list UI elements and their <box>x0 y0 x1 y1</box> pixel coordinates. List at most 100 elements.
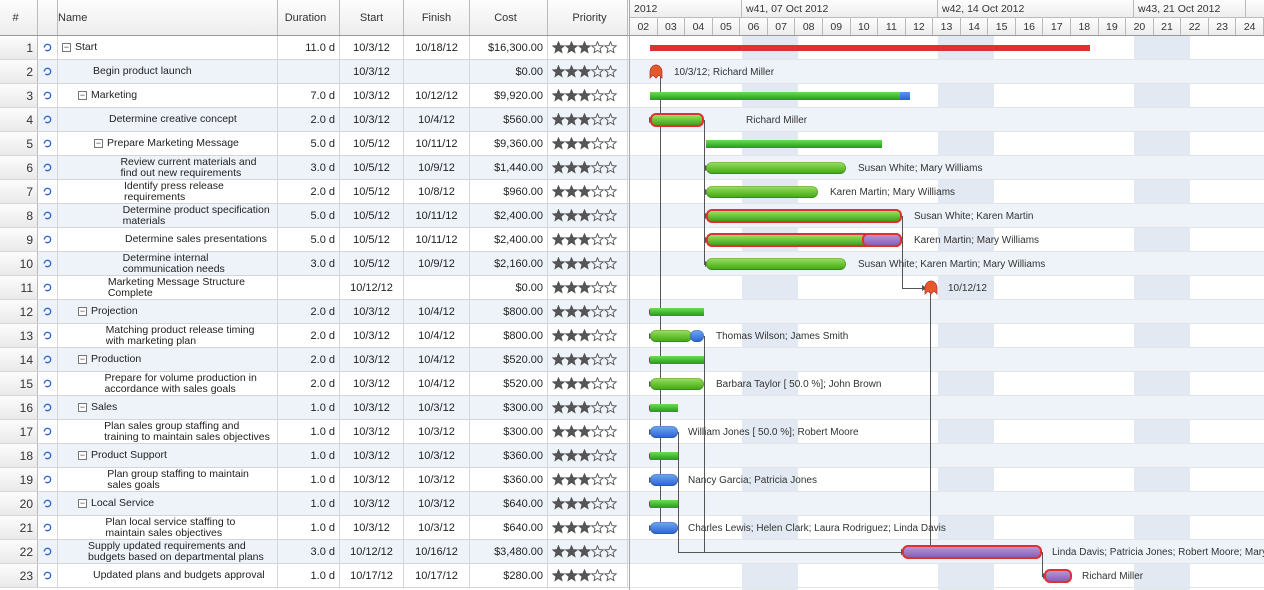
gantt-row[interactable] <box>630 348 1264 372</box>
cell-cost[interactable]: $560.00 <box>470 108 548 131</box>
priority-stars[interactable] <box>548 36 628 59</box>
column-header-cost[interactable]: Cost <box>470 0 548 35</box>
expand-toggle[interactable]: − <box>78 307 87 316</box>
priority-stars[interactable] <box>548 156 628 179</box>
row-number[interactable]: 11 <box>0 276 38 299</box>
row-number[interactable]: 14 <box>0 348 38 371</box>
milestone-icon[interactable] <box>648 64 664 80</box>
table-row[interactable]: 1−Start11.0 d10/3/1210/18/12$16,300.00 <box>0 36 629 60</box>
cell-dur[interactable] <box>278 60 340 83</box>
table-row[interactable]: 12−Projection2.0 d10/3/1210/4/12$800.00 <box>0 300 629 324</box>
row-number[interactable]: 13 <box>0 324 38 347</box>
expand-toggle[interactable]: − <box>78 403 87 412</box>
milestone-icon[interactable] <box>923 280 939 296</box>
cell-finish[interactable]: 10/4/12 <box>404 348 470 371</box>
expand-toggle[interactable]: − <box>78 91 87 100</box>
cell-start[interactable]: 10/5/12 <box>340 204 404 227</box>
cell-finish[interactable] <box>404 276 470 299</box>
cell-dur[interactable]: 2.0 d <box>278 180 340 203</box>
cell-finish[interactable]: 10/3/12 <box>404 516 470 539</box>
table-row[interactable]: 23Updated plans and budgets approval1.0 … <box>0 564 629 588</box>
cell-finish[interactable]: 10/3/12 <box>404 396 470 419</box>
row-number[interactable]: 18 <box>0 444 38 467</box>
priority-stars[interactable] <box>548 276 628 299</box>
expand-toggle[interactable]: − <box>94 139 103 148</box>
gantt-row[interactable]: 10/3/12; Richard Miller <box>630 60 1264 84</box>
priority-stars[interactable] <box>548 204 628 227</box>
gantt-row[interactable]: 10/12/12 <box>630 276 1264 300</box>
task-name-cell[interactable]: Review current materials and find out ne… <box>58 156 278 179</box>
gantt-bar[interactable] <box>706 140 882 148</box>
cell-start[interactable]: 10/5/12 <box>340 156 404 179</box>
task-name-cell[interactable]: −Local Service <box>58 492 278 515</box>
table-row[interactable]: 5−Prepare Marketing Message5.0 d10/5/121… <box>0 132 629 156</box>
gantt-row[interactable]: Susan White; Karen Martin <box>630 204 1264 228</box>
row-number[interactable]: 21 <box>0 516 38 539</box>
cell-finish[interactable]: 10/16/12 <box>404 540 470 563</box>
cell-cost[interactable]: $280.00 <box>470 564 548 587</box>
table-row[interactable]: 8Determine product specification materia… <box>0 204 629 228</box>
priority-stars[interactable] <box>548 420 628 443</box>
task-name-cell[interactable]: −Marketing <box>58 84 278 107</box>
gantt-bar[interactable] <box>650 308 704 316</box>
cell-dur[interactable]: 2.0 d <box>278 300 340 323</box>
task-name-cell[interactable]: Matching product release timing with mar… <box>58 324 278 347</box>
gantt-row[interactable] <box>630 492 1264 516</box>
cell-finish[interactable]: 10/3/12 <box>404 420 470 443</box>
cell-cost[interactable]: $0.00 <box>470 276 548 299</box>
gantt-row[interactable]: Thomas Wilson; James Smith <box>630 324 1264 348</box>
cell-dur[interactable]: 7.0 d <box>278 84 340 107</box>
table-row[interactable]: 21 Plan local service staffing to maintai… <box>0 516 629 540</box>
gantt-row[interactable]: Nancy Garcia; Patricia Jones <box>630 468 1264 492</box>
task-name-cell[interactable]: Plan local service staffing to maintain … <box>58 516 278 539</box>
cell-dur[interactable]: 2.0 d <box>278 348 340 371</box>
cell-dur[interactable]: 1.0 d <box>278 564 340 587</box>
gantt-bar[interactable] <box>1044 569 1072 583</box>
row-number[interactable]: 10 <box>0 252 38 275</box>
cell-dur[interactable]: 1.0 d <box>278 444 340 467</box>
cell-start[interactable]: 10/3/12 <box>340 300 404 323</box>
cell-dur[interactable]: 3.0 d <box>278 540 340 563</box>
cell-cost[interactable]: $360.00 <box>470 468 548 491</box>
cell-cost[interactable]: $2,400.00 <box>470 204 548 227</box>
cell-finish[interactable]: 10/4/12 <box>404 372 470 395</box>
cell-cost[interactable]: $300.00 <box>470 420 548 443</box>
cell-cost[interactable]: $0.00 <box>470 60 548 83</box>
priority-stars[interactable] <box>548 84 628 107</box>
row-number[interactable]: 1 <box>0 36 38 59</box>
task-name-cell[interactable]: Begin product launch <box>58 60 278 83</box>
cell-finish[interactable] <box>404 60 470 83</box>
cell-dur[interactable]: 1.0 d <box>278 516 340 539</box>
table-row[interactable]: 13 Matching product release timing with m… <box>0 324 629 348</box>
cell-dur[interactable]: 1.0 d <box>278 492 340 515</box>
task-name-cell[interactable]: Prepare for volume production in accorda… <box>58 372 278 395</box>
cell-cost[interactable]: $800.00 <box>470 300 548 323</box>
cell-finish[interactable]: 10/9/12 <box>404 156 470 179</box>
table-row[interactable]: 16−Sales1.0 d10/3/1210/3/12$300.00 <box>0 396 629 420</box>
cell-dur[interactable]: 1.0 d <box>278 396 340 419</box>
cell-finish[interactable]: 10/3/12 <box>404 444 470 467</box>
priority-stars[interactable] <box>548 324 628 347</box>
row-number[interactable]: 5 <box>0 132 38 155</box>
gantt-row[interactable]: Susan White; Mary Williams <box>630 156 1264 180</box>
gantt-row[interactable] <box>630 36 1264 60</box>
gantt-bar[interactable] <box>650 330 692 342</box>
expand-toggle[interactable]: − <box>62 43 71 52</box>
cell-finish[interactable]: 10/11/12 <box>404 204 470 227</box>
task-name-cell[interactable]: Supply updated requirements and budgets … <box>58 540 278 563</box>
column-header-priority[interactable]: Priority <box>548 0 628 35</box>
cell-start[interactable]: 10/3/12 <box>340 396 404 419</box>
column-header-name[interactable]: Name <box>58 0 278 35</box>
cell-dur[interactable] <box>278 276 340 299</box>
cell-finish[interactable]: 10/3/12 <box>404 468 470 491</box>
task-name-cell[interactable]: −Projection <box>58 300 278 323</box>
table-row[interactable]: 9Determine sales presentations5.0 d10/5/… <box>0 228 629 252</box>
task-name-cell[interactable]: Identify press release requirements <box>58 180 278 203</box>
gantt-bar[interactable] <box>650 45 1090 51</box>
row-number[interactable]: 23 <box>0 564 38 587</box>
cell-start[interactable]: 10/5/12 <box>340 132 404 155</box>
cell-cost[interactable]: $3,480.00 <box>470 540 548 563</box>
table-row[interactable]: 11Marketing Message Structure Complete10… <box>0 276 629 300</box>
priority-stars[interactable] <box>548 396 628 419</box>
gantt-bar[interactable] <box>862 233 902 247</box>
